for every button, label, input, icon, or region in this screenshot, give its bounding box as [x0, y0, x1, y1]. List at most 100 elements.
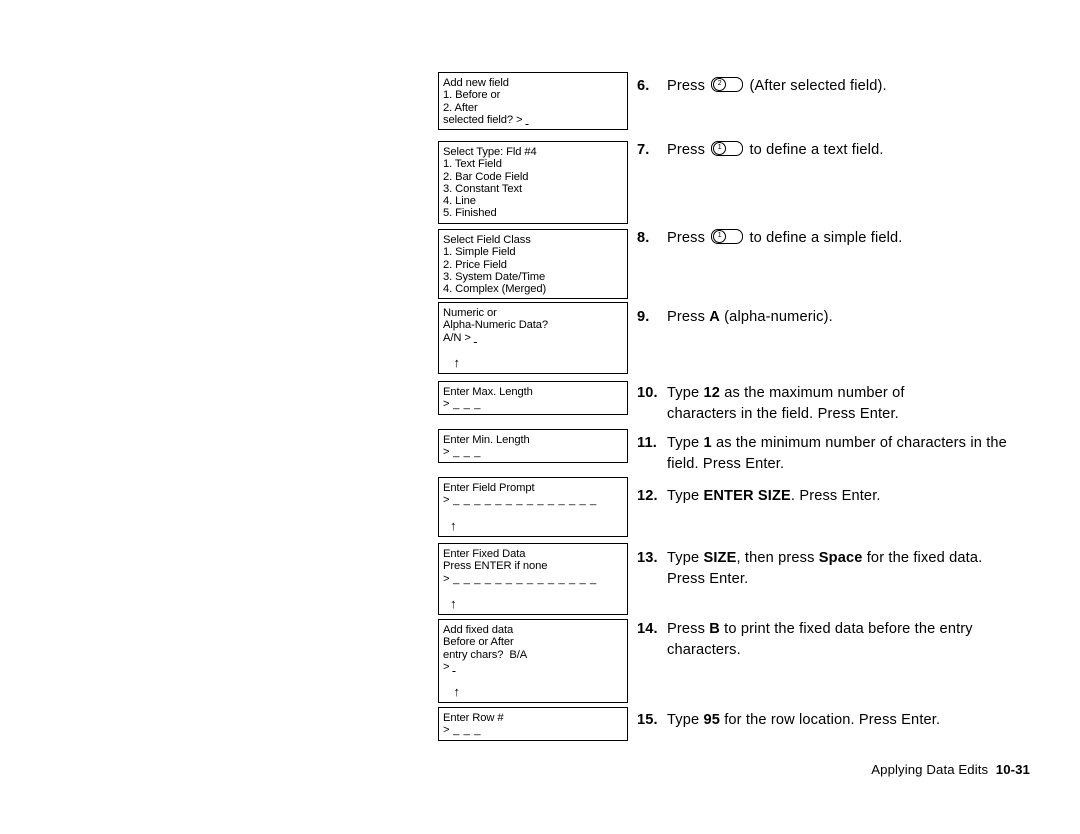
page-footer: Applying Data Edits 10-31: [871, 762, 1030, 777]
step-number: 15.: [637, 712, 658, 728]
lcd-line: > _ _ _: [443, 724, 482, 737]
lcd-line: Select Type: Fld #4: [443, 146, 537, 158]
step-number: 10.: [637, 385, 658, 401]
step-text-run: Press: [667, 142, 710, 158]
instruction-step: 6. Press 2 (After selected field).: [637, 76, 1017, 97]
lcd-line: 2. Bar Code Field: [443, 170, 529, 183]
step-text-run: Press: [667, 78, 710, 94]
instruction-step: 7. Press 1 to define a text field.: [637, 140, 1017, 161]
lcd-line: Enter Row #: [443, 712, 504, 724]
lcd-display-enter-max-length: Enter Max. Length > _ _ _: [438, 381, 628, 415]
lcd-line: Enter Field Prompt: [443, 482, 535, 494]
lcd-display-enter-row-number: Enter Row # > _ _ _: [438, 707, 628, 741]
lcd-line: > _ _ _: [443, 446, 482, 459]
text-cursor: [452, 661, 455, 673]
lcd-line: >: [443, 661, 627, 673]
lcd-entry-field: _ _ _: [449, 446, 482, 459]
lcd-display-enter-field-prompt: Enter Field Prompt > _ _ _ _ _ _ _ _ _ _ …: [438, 477, 628, 537]
lcd-entry-field: _ _ _ _ _ _ _ _ _ _ _ _ _ _: [449, 494, 597, 507]
text-cursor: [474, 332, 477, 344]
lcd-line: Add fixed data: [443, 624, 514, 636]
step-emphasis: SIZE: [703, 550, 737, 566]
lcd-display-add-fixed-data: Add fixed data Before or After entry chars…: [438, 619, 628, 704]
step-text-run: Type: [667, 712, 704, 728]
lcd-line: 2. Price Field: [443, 258, 507, 271]
lcd-line: 1. Simple Field: [443, 246, 516, 259]
lcd-line: Enter Min. Length: [443, 434, 530, 446]
step-text: Type 12 as the maximum number of charact…: [667, 383, 967, 424]
lcd-line: 1. Text Field: [443, 158, 502, 171]
lcd-display-numeric-or-alpha-numeric: Numeric or Alpha-Numeric Data? A/N > ↑: [438, 302, 628, 374]
lcd-entry-field: _ _ _: [449, 724, 482, 737]
step-text-run: Type: [667, 488, 704, 504]
lcd-line: Select Field Class: [443, 234, 531, 246]
lcd-line: 3. Constant Text: [443, 182, 523, 195]
up-arrow-icon: ↑: [443, 354, 461, 370]
step-emphasis: 12: [703, 385, 720, 401]
step-emphasis: ENTER SIZE: [703, 488, 791, 504]
step-text-run: Type: [667, 550, 704, 566]
lcd-display-select-field-class: Select Field Class 1. Simple Field 2. Pric…: [438, 229, 628, 300]
lcd-blank-line: [443, 344, 627, 355]
instruction-step: 10. Type 12 as the maximum number of char…: [637, 383, 967, 424]
step-text: Type SIZE, then press Space for the fixe…: [667, 548, 1007, 589]
lcd-blank-line: [443, 507, 627, 518]
step-number: 7.: [637, 142, 650, 158]
lcd-line: Add new field: [443, 77, 509, 89]
lcd-line: 5. Finished: [443, 207, 497, 220]
step-text: Type ENTER SIZE. Press Enter.: [667, 486, 1017, 507]
lcd-line: Enter Max. Length: [443, 386, 533, 398]
lcd-display-select-type: Select Type: Fld #4 1. Text Field 2. Bar C…: [438, 141, 628, 224]
step-text-run: Type: [667, 435, 704, 451]
lcd-line: selected field? >: [443, 114, 627, 126]
step-text-run: (After selected field).: [745, 78, 887, 94]
lcd-line: Press ENTER if none: [443, 560, 548, 573]
instruction-step: 9. Press A (alpha-numeric).: [637, 307, 1017, 328]
step-emphasis: A: [709, 309, 720, 325]
step-emphasis: B: [709, 621, 720, 637]
step-emphasis: Space: [818, 550, 863, 566]
keypad-key-1-icon: 1: [711, 229, 744, 244]
step-number: 12.: [637, 488, 658, 504]
step-text-run: . Press Enter.: [790, 488, 881, 504]
instruction-step: 11. Type 1 as the minimum number of chara…: [637, 433, 1029, 474]
step-text-run: as the minimum number of characters in t…: [667, 435, 1007, 472]
step-number: 9.: [637, 309, 650, 325]
keypad-key-digit: 1: [713, 230, 727, 243]
step-text: Press A (alpha-numeric).: [667, 307, 1017, 328]
step-text-run: Press: [667, 621, 710, 637]
step-text: Press 2 (After selected field).: [667, 76, 1017, 97]
lcd-line: 1. Before or: [443, 89, 501, 102]
lcd-line: > _ _ _ _ _ _ _ _ _ _ _ _ _ _: [443, 494, 597, 507]
step-emphasis: 95: [703, 712, 720, 728]
lcd-blank-line: [443, 673, 627, 684]
lcd-display-enter-fixed-data: Enter Fixed Data Press ENTER if none > _ _…: [438, 543, 628, 615]
step-text: Type 1 as the minimum number of characte…: [667, 433, 1029, 474]
up-arrow-icon: ↑: [443, 517, 457, 533]
step-text-run: Press: [667, 309, 710, 325]
instruction-step: 8. Press 1 to define a simple field.: [637, 228, 1017, 249]
step-text-run: to define a simple field.: [745, 230, 903, 246]
instruction-step: 15. Type 95 for the row location. Press E…: [637, 710, 1017, 731]
keypad-key-2-icon: 2: [711, 77, 744, 92]
step-text-run: to define a text field.: [745, 142, 884, 158]
keypad-key-digit: 1: [713, 142, 727, 155]
instruction-step: 14. Press B to print the fixed data befor…: [637, 619, 1029, 660]
step-text-run: (alpha-numeric).: [719, 309, 833, 325]
step-emphasis: 1: [703, 435, 712, 451]
step-text: Press 1 to define a simple field.: [667, 228, 1017, 249]
step-number: 14.: [637, 621, 658, 637]
step-text-run: Type: [667, 385, 704, 401]
step-text: Press B to print the fixed data before t…: [667, 619, 1029, 660]
footer-chapter-title: Applying Data Edits: [871, 762, 989, 777]
lcd-line: > _ _ _: [443, 398, 482, 411]
step-number: 6.: [637, 78, 650, 94]
step-text-run: Press: [667, 230, 710, 246]
lcd-line: Enter Fixed Data: [443, 548, 526, 560]
lcd-blank-line: [443, 585, 627, 596]
lcd-line: entry chars? B/A: [443, 648, 528, 661]
lcd-entry-field: _ _ _ _ _ _ _ _ _ _ _ _ _ _: [449, 572, 597, 585]
instruction-step: 12. Type ENTER SIZE. Press Enter.: [637, 486, 1017, 507]
lcd-line: Alpha-Numeric Data?: [443, 319, 549, 332]
keypad-key-digit: 2: [713, 78, 727, 91]
